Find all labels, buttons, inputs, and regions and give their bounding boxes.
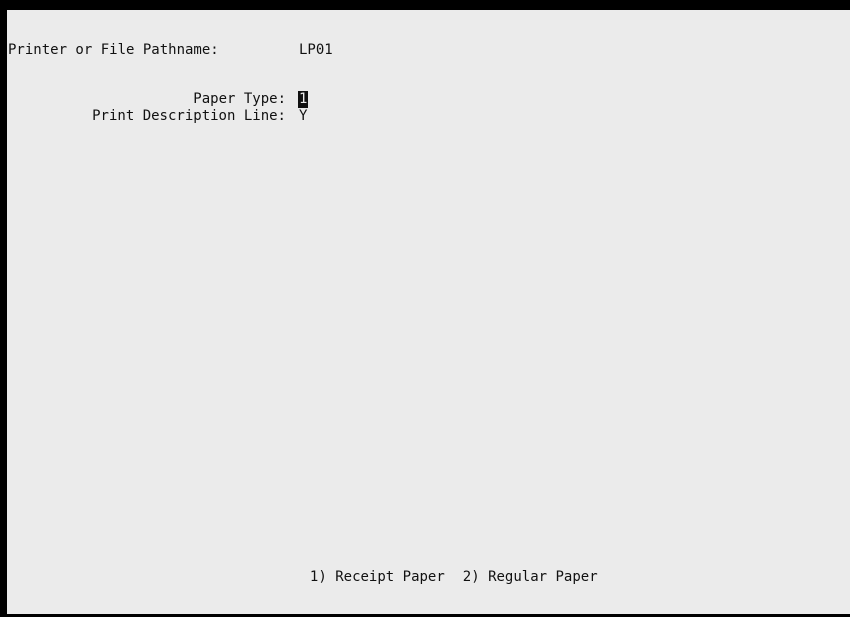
terminal-frame: Printer or File Pathname: LP01 Paper Typ… [0,0,850,617]
paper-type-field[interactable]: 1 [298,91,309,108]
option-receipt-paper: 1) Receipt Paper [309,569,445,585]
printer-pathname-field[interactable]: LP01 [299,42,333,59]
printer-pathname-label: Printer or File Pathname: [8,42,219,58]
terminal-screen: Printer or File Pathname: LP01 Paper Typ… [7,10,850,614]
print-description-line-field[interactable]: Y [299,108,307,125]
option-regular-paper: 2) Regular Paper [462,569,598,585]
print-description-line-label: Print Description Line: [92,108,286,124]
paper-type-label: Paper Type: [193,91,286,107]
paper-type-options: 1) Receipt Paper 2) Regular Paper [7,552,850,603]
